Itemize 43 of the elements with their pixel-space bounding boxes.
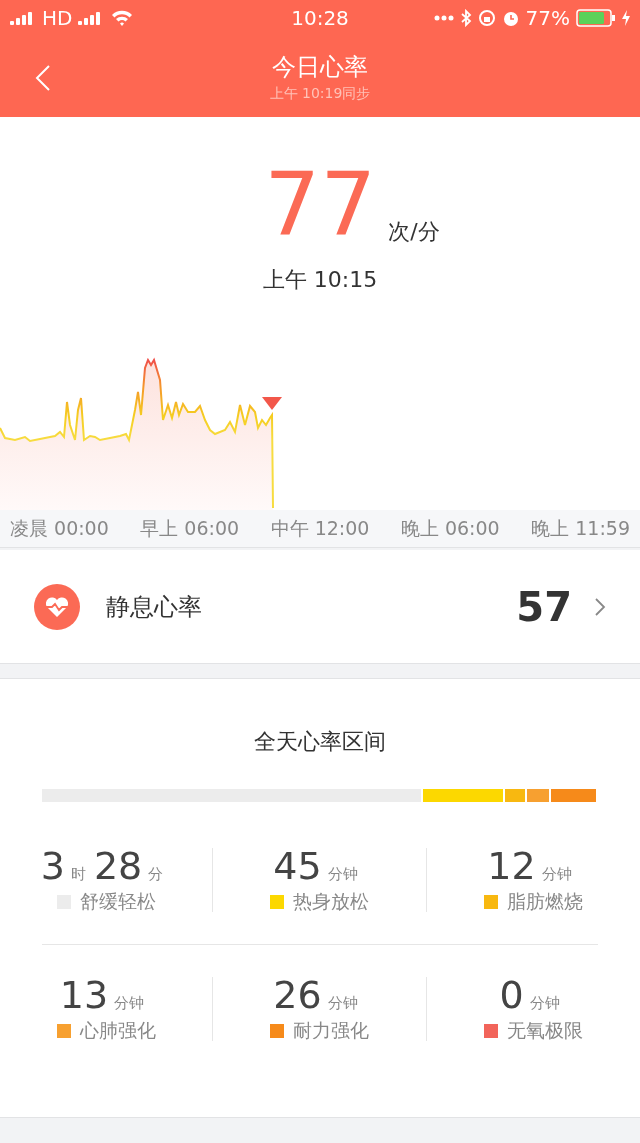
sync-time: 上午 10:19同步	[269, 84, 371, 103]
more-icon	[433, 15, 454, 21]
zone-duration-unit: 时	[70, 865, 86, 884]
zone-duration-unit: 分钟	[327, 994, 358, 1013]
battery-percent: 77%	[525, 6, 570, 30]
zone-duration: 26	[273, 974, 322, 1016]
heart-rate-value: 77	[264, 157, 377, 253]
time-axis-label: 中午 12:00	[270, 515, 370, 541]
zone-label: 脂肪燃烧	[507, 889, 583, 914]
status-time: 10:28	[291, 6, 349, 30]
zone-duration: 45	[273, 845, 322, 887]
zone-duration-unit: 分钟	[541, 865, 572, 884]
zone-duration: 3	[40, 845, 65, 887]
measure-time: 上午 10:15	[262, 266, 378, 294]
time-axis-label: 凌晨 00:00	[10, 515, 109, 541]
wifi-icon	[110, 9, 135, 27]
zones-title: 全天心率区间	[253, 728, 387, 756]
zone-duration: 12	[487, 845, 536, 887]
heart-rate-unit: 次/分	[388, 218, 440, 246]
alarm-icon	[501, 9, 520, 27]
zone-duration: 28	[93, 845, 143, 887]
time-axis-label: 晚上 06:00	[400, 515, 500, 541]
charging-icon	[622, 10, 630, 26]
zone-duration-unit: 分钟	[114, 994, 145, 1013]
zone-label: 耐力强化	[293, 1018, 369, 1043]
rotation-lock-icon	[477, 9, 496, 27]
zone-label: 热身放松	[293, 889, 369, 914]
page-title: 今日心率	[272, 51, 368, 83]
resting-heart-rate-row[interactable]: 静息心率 57	[0, 550, 640, 663]
zone-duration-unit: 分	[148, 865, 164, 884]
zone-label: 无氧极限	[507, 1018, 583, 1043]
battery-icon	[576, 9, 616, 27]
zone-duration-unit: 分钟	[327, 865, 358, 884]
zone-duration: 0	[499, 974, 524, 1016]
bluetooth-icon	[459, 9, 472, 27]
zone-label: 舒缓轻松	[79, 889, 156, 914]
zone-label: 心肺强化	[79, 1018, 156, 1043]
time-axis-label: 晚上 11:59	[531, 515, 630, 541]
chevron-right-icon	[594, 596, 606, 617]
network-label: HD	[42, 6, 73, 30]
time-axis-label: 早上 06:00	[140, 515, 240, 541]
zone-duration: 13	[59, 974, 109, 1016]
zone-duration-unit: 分钟	[529, 994, 560, 1013]
